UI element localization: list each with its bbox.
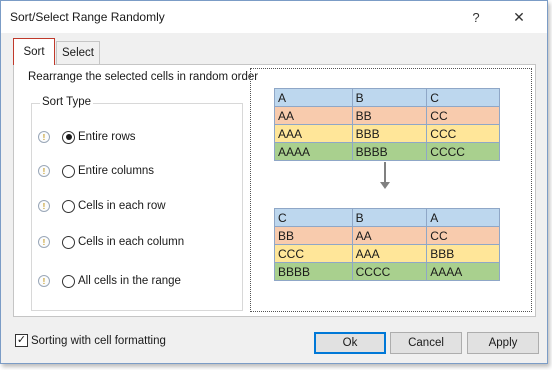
tab-select-label: Select [62, 47, 94, 59]
tab-sort-label: Sort [23, 46, 45, 58]
sort-type-group: Sort Type ! Entire rows ! Entire columns… [31, 96, 243, 311]
radio-entire-rows[interactable] [62, 130, 75, 144]
option-label: All cells in the range [78, 275, 181, 287]
table-cell: AAA [351, 244, 428, 263]
checkmark-icon: ✓ [16, 334, 27, 346]
table-cell: AAAA [426, 262, 500, 281]
arrow-head-icon [380, 182, 390, 189]
dialog-title: Sort/Select Range Randomly [10, 10, 165, 24]
table-cell: BB [274, 226, 353, 245]
table-cell: BBBB [351, 142, 428, 161]
radio-all-cells[interactable] [62, 274, 75, 288]
preview-panel: A B C AA BB CC AAA BBB CCC AAAA BBBB CCC… [250, 68, 532, 312]
table-cell: BB [351, 106, 428, 125]
help-button[interactable]: ? [462, 5, 490, 29]
table-cell: CCC [274, 244, 353, 263]
panel-description: Rearrange the selected cells in random o… [28, 71, 259, 83]
table-cell: CCC [426, 124, 500, 143]
cell-formatting-label: Sorting with cell formatting [31, 334, 166, 347]
option-all-cells[interactable]: ! All cells in the range [38, 273, 181, 289]
ok-button[interactable]: Ok [314, 332, 386, 354]
table-row: AAAA BBBB CCCC [274, 142, 500, 161]
table-cell: B [351, 88, 428, 107]
cell-formatting-option[interactable]: ✓ Sorting with cell formatting [15, 334, 166, 347]
info-icon: ! [38, 200, 50, 212]
table-row: AA BB CC [274, 106, 500, 125]
table-row: BB AA CC [274, 226, 500, 245]
option-label: Entire columns [78, 165, 155, 177]
table-row: CCC AAA BBB [274, 244, 500, 263]
info-icon: ! [38, 131, 50, 143]
table-cell: CC [426, 226, 500, 245]
option-entire-columns[interactable]: ! Entire columns [38, 163, 154, 179]
info-icon: ! [38, 165, 50, 177]
title-bar: Sort/Select Range Randomly ? ✕ [1, 1, 547, 33]
table-cell: CCCC [426, 142, 500, 161]
table-cell: AA [274, 106, 353, 125]
preview-after-table: C B A BB AA CC CCC AAA BBB BBBB CCCC AAA… [274, 208, 500, 281]
radio-cells-in-each-column[interactable] [62, 235, 75, 249]
option-cells-in-each-row[interactable]: ! Cells in each row [38, 198, 166, 214]
table-row: C B A [274, 208, 500, 227]
table-cell: A [274, 88, 353, 107]
option-label: Cells in each column [78, 236, 185, 248]
sort-type-legend: Sort Type [40, 96, 94, 108]
table-row: BBBB CCCC AAAA [274, 262, 500, 281]
table-cell: C [274, 208, 353, 227]
tab-sort[interactable]: Sort [13, 38, 55, 65]
table-row: A B C [274, 88, 500, 107]
radio-entire-columns[interactable] [62, 164, 75, 178]
question-mark-icon: ? [472, 9, 480, 25]
apply-button[interactable]: Apply [467, 332, 539, 354]
option-cells-in-each-column[interactable]: ! Cells in each column [38, 234, 184, 250]
down-arrow-icon [384, 162, 386, 184]
tab-select[interactable]: Select [56, 41, 100, 64]
table-cell: AAA [274, 124, 353, 143]
option-entire-rows[interactable]: ! Entire rows [38, 129, 136, 145]
table-cell: BBB [426, 244, 500, 263]
table-cell: A [426, 208, 500, 227]
sort-select-range-dialog: Sort/Select Range Randomly ? ✕ Sort Sele… [0, 0, 548, 364]
table-cell: B [351, 208, 428, 227]
option-label: Entire rows [78, 131, 136, 143]
close-icon: ✕ [513, 8, 525, 25]
table-cell: BBB [351, 124, 428, 143]
table-cell: CC [426, 106, 500, 125]
radio-cells-in-each-row[interactable] [62, 199, 75, 213]
table-cell: BBBB [274, 262, 353, 281]
preview-before-table: A B C AA BB CC AAA BBB CCC AAAA BBBB CCC… [274, 88, 500, 161]
cell-formatting-checkbox[interactable]: ✓ [15, 334, 28, 347]
table-cell: AAAA [274, 142, 353, 161]
table-cell: CCCC [351, 262, 428, 281]
info-icon: ! [38, 236, 50, 248]
close-button[interactable]: ✕ [505, 5, 533, 29]
cancel-button[interactable]: Cancel [390, 332, 462, 354]
table-cell: C [426, 88, 500, 107]
info-icon: ! [38, 275, 50, 287]
sort-tab-panel: Rearrange the selected cells in random o… [13, 64, 536, 317]
option-label: Cells in each row [78, 200, 166, 212]
table-row: AAA BBB CCC [274, 124, 500, 143]
table-cell: AA [351, 226, 428, 245]
